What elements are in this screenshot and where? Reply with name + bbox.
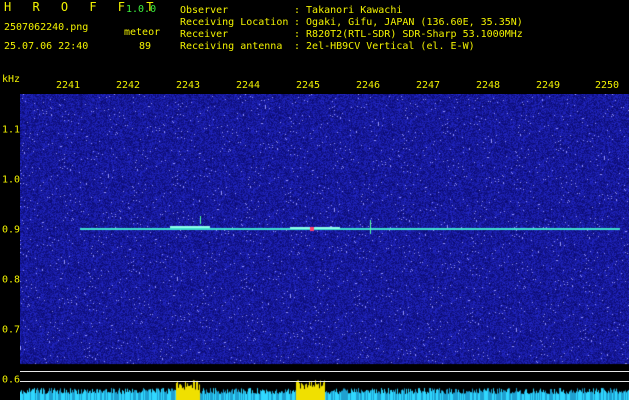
antenna-label: Receiving antenna xyxy=(180,41,283,52)
app-version: 1.0.0 xyxy=(126,4,157,15)
upper-activity-line xyxy=(20,371,629,372)
freq-tick-0-6: 0.6 xyxy=(2,374,21,386)
antenna-value: : 2el-HB9CV Vertical (el. E-W) xyxy=(294,41,475,52)
receiver-label: Receiver xyxy=(180,29,229,40)
time-tick-2245: 2245 xyxy=(295,80,321,91)
time-tick-2248: 2248 xyxy=(475,80,501,91)
time-tick-2246: 2246 xyxy=(355,80,381,91)
location-value: : Ogaki, Gifu, JAPAN (136.60E, 35.35N) xyxy=(294,17,523,28)
freq-tick-0-9: 0.9 xyxy=(2,224,21,236)
image-filename: 2507062240.png xyxy=(4,22,89,33)
receiver-value: : R820T2(RTL-SDR) SDR-Sharp 53.1000MHz xyxy=(294,29,523,40)
time-tick-2242: 2242 xyxy=(115,80,141,91)
location-label: Receiving Location xyxy=(180,17,289,28)
observer-value: : Takanori Kawachi xyxy=(294,5,403,16)
lower-activity-line xyxy=(20,381,629,382)
time-tick-2241: 2241 xyxy=(55,80,81,91)
freq-tick-0-7: 0.7 xyxy=(2,324,21,336)
time-tick-2249: 2249 xyxy=(535,80,561,91)
frequency-axis-bar xyxy=(0,94,20,400)
frequency-unit-label: kHz xyxy=(2,74,21,85)
freq-tick-1-0: 1.0 xyxy=(2,174,21,186)
time-tick-2243: 2243 xyxy=(175,80,201,91)
freq-tick-1-1: 1.1 xyxy=(2,124,21,136)
waterfall-spectrogram xyxy=(20,94,629,400)
mode-label: meteor xyxy=(124,27,161,38)
freq-tick-0-8: 0.8 xyxy=(2,274,21,286)
time-tick-2250: 2250 xyxy=(594,80,620,91)
time-tick-2247: 2247 xyxy=(415,80,441,91)
observation-datetime: 25.07.06 22:40 xyxy=(4,41,89,52)
info-header: H R O F F T 1.0.0 2507062240.png meteor … xyxy=(0,0,629,68)
detection-count: 89 xyxy=(139,41,152,52)
observer-label: Observer xyxy=(180,5,229,16)
time-tick-2244: 2244 xyxy=(235,80,261,91)
